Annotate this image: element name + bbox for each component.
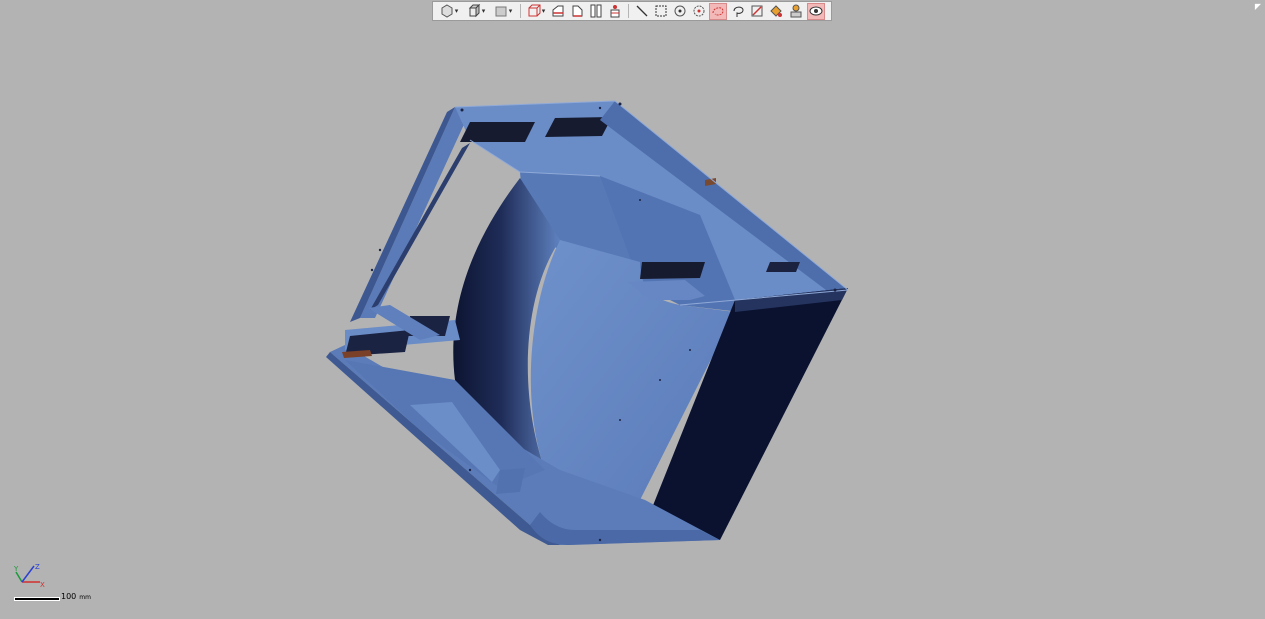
rectangle-select-icon[interactable]	[652, 3, 669, 20]
svg-text:Y: Y	[13, 565, 19, 573]
display-mode-icon[interactable]: ▾	[490, 3, 516, 20]
chevron-down-icon[interactable]: ▾	[542, 7, 546, 15]
toolbar-separator	[520, 4, 521, 18]
toolbar-separator	[628, 4, 629, 18]
scale-value: 100	[61, 592, 77, 601]
fill-select-icon[interactable]	[767, 3, 785, 20]
chevron-down-icon[interactable]: ▾	[482, 7, 486, 15]
select-shape-icon[interactable]: ▾	[436, 3, 462, 20]
svg-text:X: X	[40, 581, 45, 589]
3d-viewport[interactable]	[0, 0, 1265, 615]
pen-edit-icon[interactable]	[748, 3, 765, 20]
visibility-eye-icon[interactable]	[807, 2, 825, 20]
chevron-down-icon[interactable]: ▾	[509, 7, 513, 15]
scale-bar	[14, 597, 60, 601]
person-section-icon[interactable]	[606, 3, 624, 20]
axis-triad: Y Z X	[12, 562, 48, 594]
split-view-icon[interactable]	[587, 3, 604, 20]
user-select-icon[interactable]	[787, 3, 805, 20]
view-cube-icon[interactable]: ▾	[464, 3, 488, 20]
point-icon[interactable]	[671, 3, 688, 20]
view-toolbar: ▾ ▾ ▾ ▾	[432, 1, 832, 21]
circle-point-icon[interactable]	[690, 3, 707, 20]
expand-corner-icon[interactable]: ◤	[1255, 3, 1261, 11]
3d-model-view[interactable]	[0, 0, 1265, 615]
part-model[interactable]	[326, 100, 849, 545]
lasso-select-icon[interactable]	[729, 3, 746, 20]
scale-label: 100 mm	[61, 592, 91, 601]
line-measure-icon[interactable]	[633, 3, 650, 20]
section-plane-2-icon[interactable]	[568, 3, 585, 20]
section-plane-icon[interactable]	[549, 3, 566, 20]
svg-text:Z: Z	[35, 563, 40, 571]
chevron-down-icon[interactable]: ▾	[455, 7, 459, 15]
freeform-select-icon[interactable]	[709, 2, 727, 20]
box-view-icon[interactable]: ▾	[525, 3, 547, 20]
scale-unit: mm	[79, 594, 91, 601]
